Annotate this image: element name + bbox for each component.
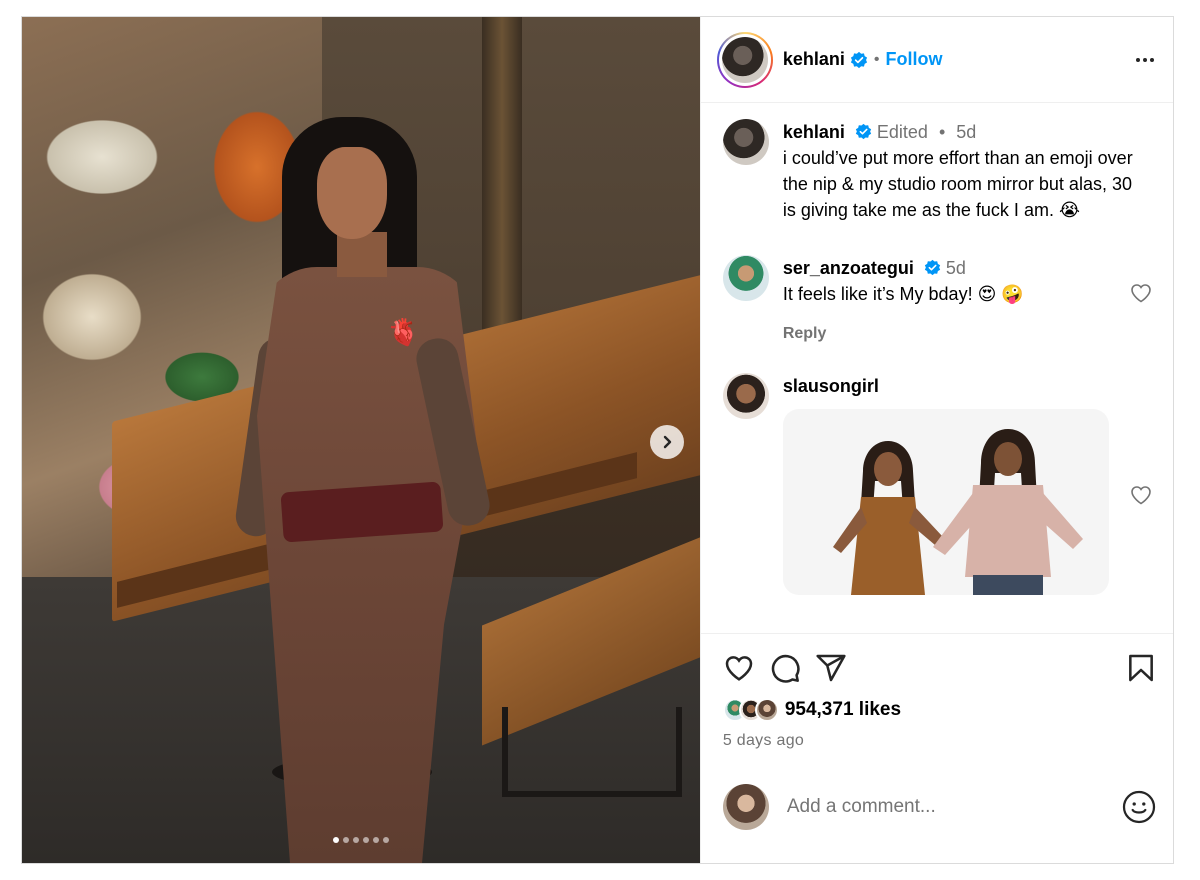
gif-attachment[interactable] — [782, 409, 1109, 595]
comment-like-heart-icon[interactable] — [1129, 281, 1153, 305]
face — [317, 147, 387, 239]
send-icon[interactable] — [815, 652, 847, 684]
bench-frame — [502, 707, 682, 797]
carousel-dot — [352, 837, 359, 843]
post-header: kehlani • Follow — [700, 17, 1173, 103]
commenter-username[interactable]: slausongirl — [783, 376, 879, 396]
commenter-avatar[interactable] — [722, 373, 769, 419]
post-media[interactable]: 🫀 — [22, 17, 700, 863]
comments-section: kehlani Edited • 5d i could’ve put more … — [701, 103, 1173, 633]
carousel-dots — [22, 837, 700, 843]
follow-button[interactable]: Follow — [885, 49, 942, 70]
next-slide-button[interactable] — [650, 425, 684, 459]
heart-emoji-sticker: 🫀 — [387, 317, 420, 347]
verified-badge-icon — [924, 260, 941, 276]
comment-item: slausongirl — [722, 373, 1153, 595]
bookmark-icon[interactable] — [1125, 652, 1157, 684]
more-options-button[interactable] — [1133, 48, 1157, 72]
comment-like-heart-icon[interactable] — [1129, 483, 1153, 507]
neck — [337, 232, 387, 277]
verified-badge-icon — [850, 51, 867, 68]
post-time[interactable]: 5 days ago — [723, 732, 1157, 750]
chevron-right-icon — [663, 435, 672, 449]
more-icon — [1136, 57, 1154, 62]
comment-time[interactable]: 5d — [946, 258, 966, 278]
comment-text: It feels like it’s My bday! 😍 🤪 — [782, 284, 1024, 304]
caption: kehlani Edited • 5d i could’ve put more … — [722, 119, 1153, 223]
reply-button[interactable]: Reply — [783, 321, 1121, 347]
post-card: 🫀 kehlani • Follow kehlani Edited • 5d i… — [21, 16, 1174, 864]
author-story-ring[interactable] — [716, 31, 773, 88]
carousel-dot — [342, 837, 349, 843]
caption-dot: • — [938, 122, 946, 142]
current-user-avatar — [722, 784, 769, 830]
caption-username[interactable]: kehlani — [783, 122, 845, 142]
verified-badge-icon — [855, 124, 872, 140]
carousel-dot — [332, 837, 339, 843]
author-username[interactable]: kehlani — [783, 49, 845, 70]
gif-figure-right — [932, 429, 1083, 595]
person: 🫀 — [233, 117, 494, 863]
comment-item: ser_anzoategui 5d It feels like it’s My … — [722, 255, 1153, 347]
heart-icon[interactable] — [723, 652, 755, 684]
likes-count[interactable]: 954,371 likes — [785, 699, 901, 721]
header-separator: • — [873, 50, 880, 68]
likes-row[interactable]: 954,371 likes — [722, 698, 1157, 722]
comment-composer — [722, 784, 1157, 830]
carousel-dot — [372, 837, 379, 843]
carousel-dot — [382, 837, 389, 843]
liker-avatar — [754, 698, 779, 722]
caption-text: i could’ve put more effort than an emoji… — [782, 148, 1133, 220]
commenter-avatar[interactable] — [722, 255, 769, 301]
gif-figure-left — [832, 441, 943, 595]
action-bar — [723, 652, 1157, 684]
caption-time[interactable]: 5d — [956, 122, 976, 142]
caption-avatar[interactable] — [722, 119, 769, 165]
emoji-icon[interactable] — [1121, 789, 1157, 825]
side-panel: kehlani • Follow kehlani Edited • 5d i c… — [699, 17, 1173, 863]
carousel-dot — [362, 837, 369, 843]
actions-section: 954,371 likes 5 days ago — [700, 633, 1173, 863]
comment-input[interactable] — [786, 796, 1121, 818]
comment-icon[interactable] — [769, 652, 801, 684]
author-avatar[interactable] — [721, 36, 768, 83]
caption-edited: Edited — [876, 122, 928, 142]
commenter-username[interactable]: ser_anzoategui — [783, 258, 914, 278]
